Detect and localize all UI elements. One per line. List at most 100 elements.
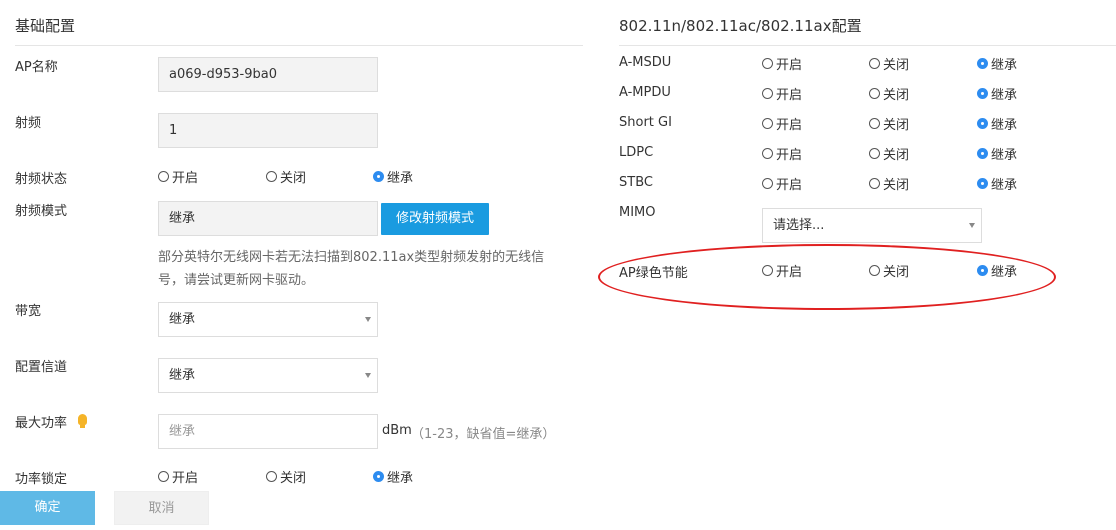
wifi-option-on-radio[interactable]: 开启 — [762, 144, 802, 163]
radio-dot — [869, 88, 880, 99]
wifi-option-off-radio[interactable]: 关闭 — [869, 174, 909, 193]
bandwidth-value: 继承 — [169, 312, 196, 327]
radio-state-inherit-label: 继承 — [387, 171, 414, 186]
radio-dot — [158, 471, 169, 482]
radio-mode-note-line2: 号，请尝试更新网卡驱动。 — [158, 273, 315, 288]
wifi-option-label: LDPC — [619, 145, 654, 160]
wifi-option-on-radio[interactable]: 开启 — [762, 84, 802, 103]
wifi-option-on-radio[interactable]: 开启 — [762, 54, 802, 73]
wifi-option-on-label: 开启 — [776, 88, 803, 103]
radio-dot — [762, 148, 773, 159]
bandwidth-select[interactable]: 继承 — [158, 302, 378, 337]
radio-dot — [869, 148, 880, 159]
basic-config-title: 基础配置 — [15, 17, 76, 35]
radio-dot — [266, 471, 277, 482]
max-power-unit: dBm — [382, 423, 412, 438]
divider — [619, 45, 1116, 46]
power-lock-label: 功率锁定 — [15, 472, 68, 487]
confirm-button[interactable]: 确定 — [0, 491, 95, 525]
cancel-button[interactable]: 取消 — [114, 491, 209, 525]
wifi-option-inherit-radio[interactable]: 继承 — [977, 174, 1017, 193]
wifi-option-inherit-label: 继承 — [991, 58, 1018, 73]
radio-dot — [869, 178, 880, 189]
wifi-option-inherit-radio[interactable]: 继承 — [977, 114, 1017, 133]
wifi-option-on-label: 开启 — [776, 58, 803, 73]
wifi-option-on-label: 开启 — [776, 118, 803, 133]
radio-dot-selected — [977, 148, 988, 159]
chevron-down-icon — [969, 223, 975, 228]
channel-value: 继承 — [169, 368, 196, 383]
radio-mode-label: 射频模式 — [15, 204, 68, 219]
wifi-option-label: A-MSDU — [619, 55, 672, 70]
radio-dot-selected — [977, 88, 988, 99]
highlight-ellipse — [598, 244, 1056, 310]
ap-name-label: AP名称 — [15, 60, 58, 75]
power-lock-on-label: 开启 — [172, 471, 199, 486]
radio-state-label: 射频状态 — [15, 172, 68, 187]
radio-state-on[interactable]: 开启 — [158, 167, 198, 186]
power-lock-off-label: 关闭 — [280, 471, 307, 486]
wifi-option-on-label: 开启 — [776, 148, 803, 163]
mimo-value: 请选择... — [773, 218, 825, 233]
radio-dot — [869, 58, 880, 69]
mimo-select[interactable]: 请选择... — [762, 208, 982, 243]
modify-radio-mode-button[interactable]: 修改射频模式 — [381, 203, 489, 235]
wifi-option-on-radio[interactable]: 开启 — [762, 174, 802, 193]
wifi-option-off-label: 关闭 — [883, 178, 910, 193]
bandwidth-label: 带宽 — [15, 304, 42, 319]
wifi-option-off-label: 关闭 — [883, 148, 910, 163]
wifi-option-inherit-label: 继承 — [991, 88, 1018, 103]
wifi-option-inherit-radio[interactable]: 继承 — [977, 144, 1017, 163]
divider — [15, 45, 583, 46]
wifi-option-off-radio[interactable]: 关闭 — [869, 144, 909, 163]
wifi-option-label: Short GI — [619, 115, 672, 130]
power-lock-off[interactable]: 关闭 — [266, 467, 306, 486]
chevron-down-icon — [365, 373, 371, 378]
radio-state-off-label: 关闭 — [280, 171, 307, 186]
radio-dot — [762, 118, 773, 129]
wifi-option-on-radio[interactable]: 开启 — [762, 114, 802, 133]
radio-mode-note-line1: 部分英特尔无线网卡若无法扫描到802.11ax类型射频发射的无线信 — [158, 250, 545, 265]
wifi-option-inherit-radio[interactable]: 继承 — [977, 84, 1017, 103]
radio-state-inherit[interactable]: 继承 — [373, 167, 413, 186]
wifi-option-inherit-label: 继承 — [991, 148, 1018, 163]
radio-state-off[interactable]: 关闭 — [266, 167, 306, 186]
wifi-option-off-label: 关闭 — [883, 118, 910, 133]
wifi-option-label: A-MPDU — [619, 85, 671, 100]
max-power-input[interactable]: 继承 — [158, 414, 378, 449]
wifi-option-off-radio[interactable]: 关闭 — [869, 114, 909, 133]
mimo-label: MIMO — [619, 205, 656, 220]
wifi-option-off-label: 关闭 — [883, 58, 910, 73]
power-lock-on[interactable]: 开启 — [158, 467, 198, 486]
wifi-option-off-radio[interactable]: 关闭 — [869, 84, 909, 103]
ap-name-field[interactable]: a069-d953-9ba0 — [158, 57, 378, 92]
radio-dot — [266, 171, 277, 182]
lightbulb-icon[interactable] — [78, 414, 87, 428]
radio-dot-selected — [977, 178, 988, 189]
max-power-label: 最大功率 — [15, 416, 68, 431]
wifi-config-title: 802.11n/802.11ac/802.11ax配置 — [619, 17, 862, 35]
wifi-option-inherit-label: 继承 — [991, 178, 1018, 193]
wifi-option-on-label: 开启 — [776, 178, 803, 193]
radio-dot-selected — [373, 171, 384, 182]
radio-dot-selected — [373, 471, 384, 482]
channel-label: 配置信道 — [15, 360, 68, 375]
radio-dot — [158, 171, 169, 182]
wifi-option-off-radio[interactable]: 关闭 — [869, 54, 909, 73]
wifi-option-inherit-label: 继承 — [991, 118, 1018, 133]
power-lock-inherit-label: 继承 — [387, 471, 414, 486]
channel-select[interactable]: 继承 — [158, 358, 378, 393]
radio-dot — [762, 58, 773, 69]
radio-freq-field[interactable]: 1 — [158, 113, 378, 148]
power-lock-inherit[interactable]: 继承 — [373, 467, 413, 486]
radio-state-on-label: 开启 — [172, 171, 199, 186]
max-power-hint: （1-23，缺省值=继承） — [411, 427, 556, 442]
wifi-option-off-label: 关闭 — [883, 88, 910, 103]
chevron-down-icon — [365, 317, 371, 322]
wifi-option-inherit-radio[interactable]: 继承 — [977, 54, 1017, 73]
radio-freq-label: 射频 — [15, 116, 42, 131]
wifi-option-label: STBC — [619, 175, 653, 190]
radio-mode-field: 继承 — [158, 201, 378, 236]
radio-dot — [869, 118, 880, 129]
radio-dot-selected — [977, 58, 988, 69]
